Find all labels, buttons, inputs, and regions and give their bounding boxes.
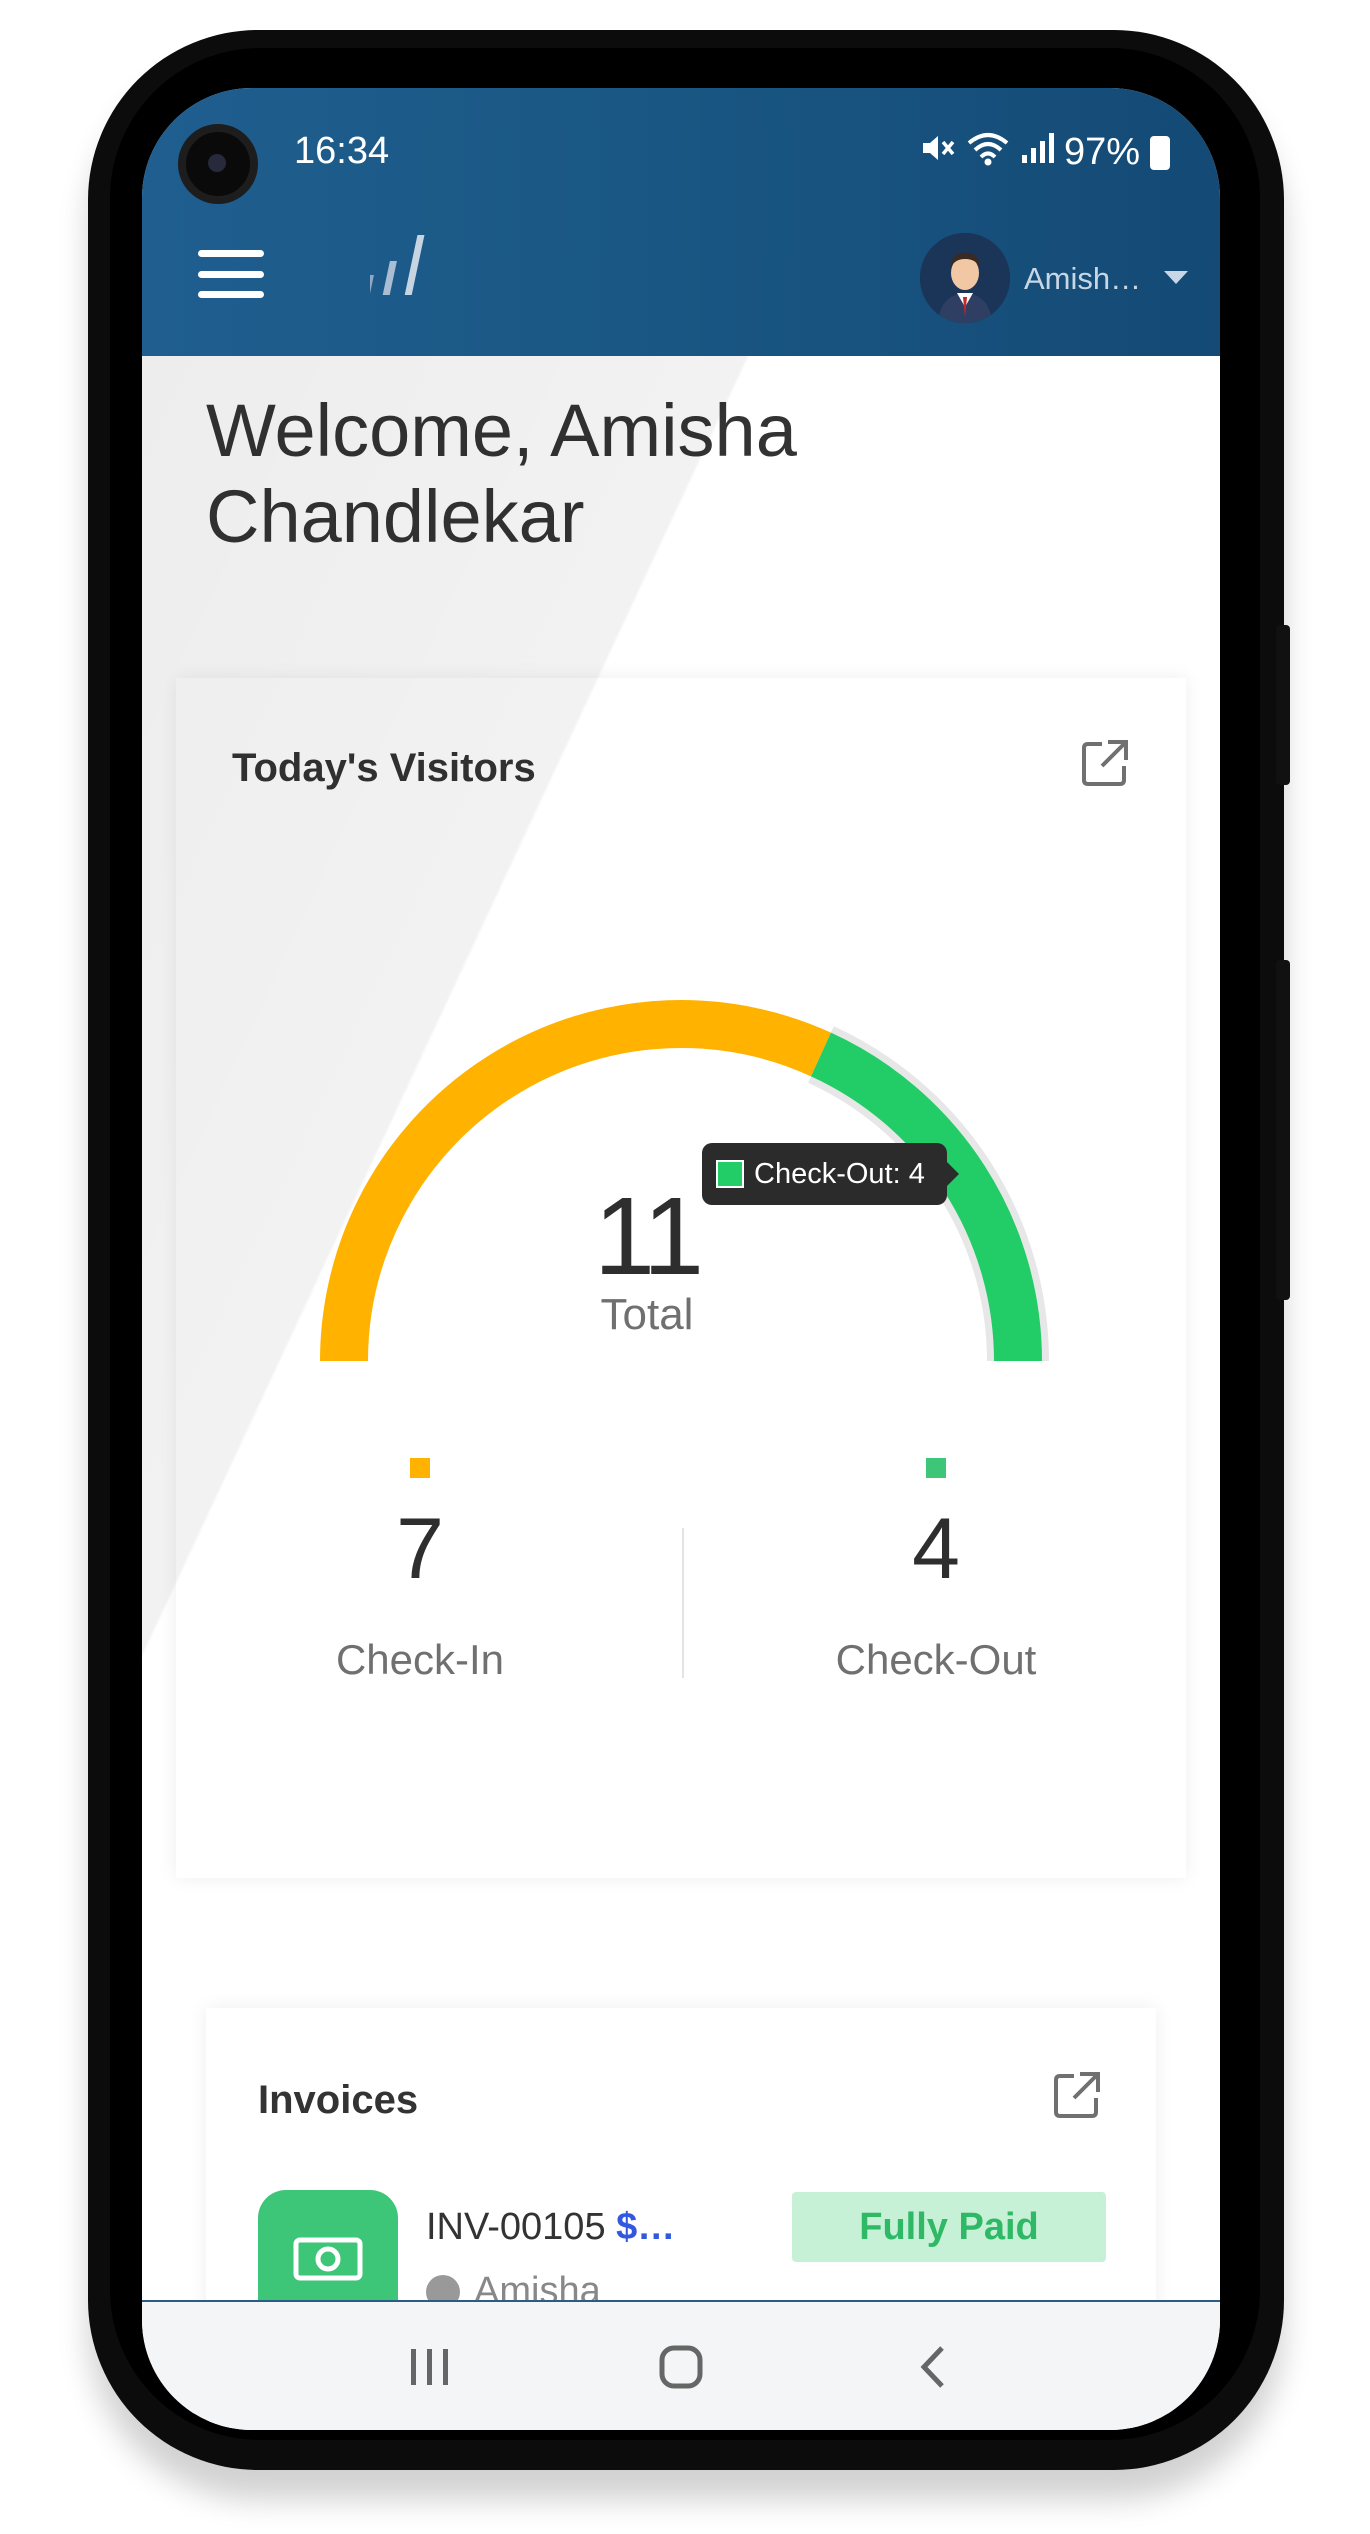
- checkin-legend-dot: [410, 1458, 430, 1478]
- checkout-value: 4: [912, 1501, 960, 1597]
- invoice-amount: $…: [616, 2206, 676, 2248]
- checkout-label: Check-Out: [835, 1636, 1037, 1683]
- recent-apps-icon[interactable]: [390, 2332, 470, 2402]
- volume-button: [1276, 625, 1290, 785]
- checkin-value: 7: [396, 1501, 444, 1597]
- checkin-label: Check-In: [335, 1636, 505, 1683]
- android-nav-bar: [142, 2300, 1220, 2430]
- checkout-legend-dot: [926, 1458, 946, 1478]
- tooltip-text: Check-Out: 4: [754, 1157, 925, 1190]
- invoices-card-title: Invoices: [258, 2078, 419, 2122]
- screen: 16:34 97% Amish… Welcome, Amisha Chandle…: [142, 88, 1220, 2430]
- gauge-total-label: Total: [600, 1290, 694, 1339]
- power-button: [1276, 960, 1290, 1300]
- stats-divider: [682, 1528, 684, 1678]
- home-icon[interactable]: [641, 2332, 721, 2402]
- gauge-tooltip: Check-Out: 4: [702, 1143, 959, 1205]
- back-icon[interactable]: [894, 2332, 974, 2402]
- invoice-number-text: INV-00105: [426, 2206, 606, 2248]
- invoice-status-badge: Fully Paid: [792, 2192, 1106, 2262]
- tooltip-swatch: [716, 1160, 744, 1188]
- invoice-number[interactable]: INV-00105 $…: [426, 2206, 675, 2249]
- external-link-icon[interactable]: [1052, 2070, 1102, 2120]
